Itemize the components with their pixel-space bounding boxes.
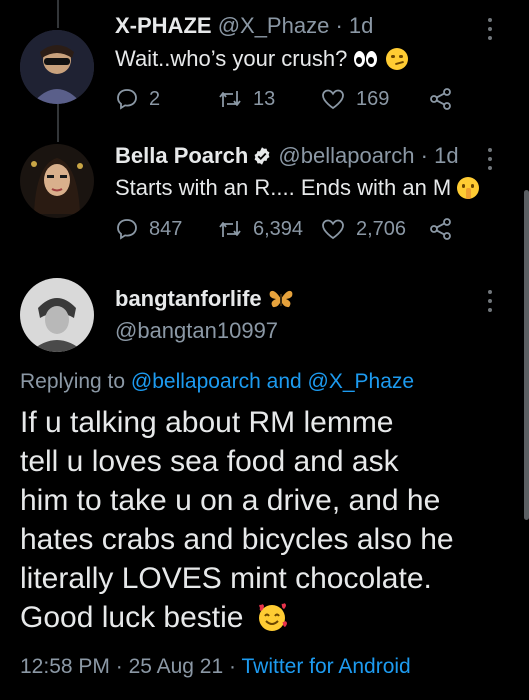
main-tweet-handle-row: @bangtan10997: [115, 318, 278, 344]
tweet1-reply-button[interactable]: 2: [115, 84, 160, 114]
tweet2-more-icon[interactable]: [487, 148, 493, 170]
smiling-face-with-hearts-emoji: [258, 603, 287, 631]
main-tweet-line: literally LOVES mint chocolate.: [20, 562, 432, 595]
x-phaze-avatar[interactable]: [20, 30, 94, 104]
thread-line-top: [57, 0, 59, 28]
tweet1-reply-count: 2: [149, 87, 161, 110]
tweet2-header: Bella Poarch @bellapoarch · 1d: [115, 143, 459, 169]
tweet1-share-button[interactable]: [428, 84, 454, 114]
main-tweet-line: him to take u on a drive, and he: [20, 484, 441, 517]
main-tweet-time: 12:58 PM: [20, 655, 110, 678]
tweet2-reply-button[interactable]: 847: [115, 214, 182, 244]
tweet1-handle[interactable]: @X_Phaze: [218, 13, 330, 38]
tweet1-more-icon[interactable]: [487, 18, 493, 40]
tweet1-time[interactable]: 1d: [349, 13, 373, 38]
main-tweet-more-icon[interactable]: [487, 290, 493, 312]
tweet2-author-name[interactable]: Bella Poarch: [115, 143, 248, 168]
tweet2-actions: 847 6,394 2,706: [115, 214, 495, 244]
retweet-icon: [219, 221, 241, 237]
eyes-emoji: [353, 48, 379, 70]
replying-to-label: Replying to: [20, 370, 126, 393]
bella-poarch-avatar[interactable]: [20, 144, 94, 218]
main-tweet-source-link[interactable]: Twitter for Android: [241, 655, 410, 678]
meta-dot: ·: [229, 655, 237, 678]
tweet2-handle[interactable]: @bellapoarch: [278, 143, 414, 168]
tweet2-like-count: 2,706: [356, 217, 407, 240]
share-icon: [430, 88, 451, 110]
bangtanforlife-avatar-image: [20, 278, 94, 352]
main-tweet-name-row: bangtanforlife: [115, 286, 294, 312]
main-tweet-handle[interactable]: @bangtan10997: [115, 318, 278, 343]
tweet1-author-name[interactable]: X-PHAZE: [115, 13, 212, 38]
reply-icon: [117, 219, 137, 240]
reply-icon: [117, 89, 137, 110]
tweet1-actions: 2 13 169: [115, 84, 495, 114]
butterfly-emoji: [269, 290, 293, 308]
share-icon: [430, 218, 451, 240]
tweet1-retweet-button[interactable]: 13: [217, 84, 275, 114]
tweet2-reply-count: 847: [149, 217, 183, 240]
shushing-face-emoji: [457, 177, 480, 199]
tweet1-header: X-PHAZE @X_Phaze · 1d: [115, 13, 373, 39]
main-tweet-meta: 12:58 PM · 25 Aug 21 · Twitter for Andro…: [20, 655, 411, 679]
main-tweet-text: If u talking about RM lemme tell u loves…: [20, 403, 520, 637]
tweet2-share-button[interactable]: [428, 214, 454, 244]
main-tweet-line: Good luck bestie: [20, 601, 244, 634]
retweet-icon: [219, 91, 241, 107]
main-tweet-date: 25 Aug 21: [128, 655, 224, 678]
tweet1-separator: ·: [335, 13, 343, 38]
tweet1-like-count: 169: [356, 87, 390, 110]
bella-poarch-avatar-image: [20, 144, 94, 218]
tweet2-text-row: Starts with an R.... Ends with an M: [115, 175, 480, 201]
main-tweet-author-name[interactable]: bangtanforlife: [115, 286, 262, 311]
verified-badge-icon: [254, 147, 270, 165]
thread-line-middle: [57, 100, 59, 142]
tweet1-text: Wait..who’s your crush?: [115, 46, 348, 71]
tweet2-text: Starts with an R.... Ends with an M: [115, 175, 452, 200]
tweet1-like-button[interactable]: 169: [320, 84, 389, 114]
mention-x-phaze-link[interactable]: @X_Phaze: [308, 370, 415, 393]
main-tweet-line: If u talking about RM lemme: [20, 406, 394, 439]
x-phaze-avatar-image: [20, 30, 94, 104]
tweet1-text-row: Wait..who’s your crush?: [115, 46, 408, 72]
tweet2-retweet-count: 6,394: [253, 217, 304, 240]
mention-bellapoarch-link[interactable]: @bellapoarch: [131, 370, 261, 393]
meta-dot: ·: [115, 655, 123, 678]
heart-icon: [322, 219, 344, 240]
tweet2-time[interactable]: 1d: [434, 143, 458, 168]
tweet1-retweet-count: 13: [253, 87, 276, 110]
tweet2-separator: ·: [420, 143, 428, 168]
scrollbar[interactable]: [524, 190, 529, 520]
tweet2-retweet-button[interactable]: 6,394: [217, 214, 303, 244]
main-tweet-line: tell u loves sea food and ask: [20, 445, 399, 478]
heart-icon: [322, 89, 344, 110]
mention-and-text: and: [266, 370, 302, 393]
main-tweet-last-line-row: Good luck bestie: [20, 598, 520, 637]
replying-to: Replying to @bellapoarch and @X_Phaze: [20, 370, 414, 394]
smirk-emoji: [385, 48, 408, 70]
main-tweet-line: hates crabs and bicycles also he: [20, 523, 454, 556]
bangtanforlife-avatar[interactable]: [20, 278, 94, 352]
tweet2-like-button[interactable]: 2,706: [320, 214, 406, 244]
